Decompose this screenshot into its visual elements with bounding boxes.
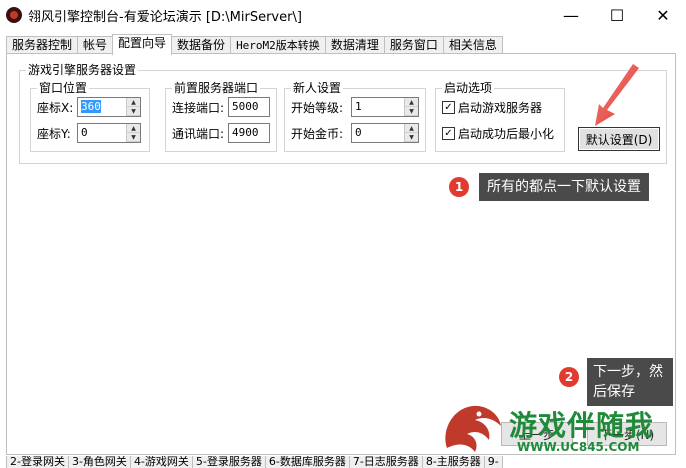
start-level-spin-buttons[interactable]: ▲ ▼ <box>404 98 418 116</box>
red-arrow-icon <box>595 64 639 126</box>
window-position-group: 窗口位置 座标X: 360 ▲ ▼ 座标Y: 0 ▲ ▼ <box>30 81 150 152</box>
callout-next-save: 下一步，然 后保存 <box>587 358 673 406</box>
spin-up-icon[interactable]: ▲ <box>405 98 418 107</box>
start-gold-spinner[interactable]: 0 ▲ ▼ <box>351 123 419 143</box>
start-gold-row: 开始金币: 0 ▲ ▼ <box>291 123 419 143</box>
tab-main-server[interactable]: 8-主服务器 <box>421 456 485 468</box>
start-level-spinner[interactable]: 1 ▲ ▼ <box>351 97 419 117</box>
front-ports-title: 前置服务器端口 <box>172 81 261 95</box>
coord-y-row: 座标Y: 0 ▲ ▼ <box>37 123 141 143</box>
coord-x-value: 360 <box>81 100 101 113</box>
window-position-title: 窗口位置 <box>37 81 90 95</box>
coord-y-value: 0 <box>81 126 88 139</box>
start-game-server-option[interactable]: ✓ 启动游戏服务器 <box>442 99 542 116</box>
step-badge-2: 2 <box>559 367 579 387</box>
connect-port-row: 连接端口: 5000 <box>172 97 270 117</box>
tab-role-gate[interactable]: 3-角色网关 <box>67 456 131 468</box>
start-gold-value: 0 <box>355 126 362 139</box>
startup-options-title: 启动选项 <box>442 81 495 95</box>
tab-login-server[interactable]: 5-登录服务器 <box>191 456 266 468</box>
minimize-button[interactable]: — <box>548 0 594 30</box>
connect-port-input[interactable]: 5000 <box>228 97 270 117</box>
spin-up-icon[interactable]: ▲ <box>127 98 140 107</box>
coord-x-spin-buttons[interactable]: ▲ ▼ <box>126 98 140 116</box>
step-badge-1: 1 <box>449 177 469 197</box>
tab-game-gate[interactable]: 4-游戏网关 <box>129 456 193 468</box>
tab-db-server[interactable]: 6-数据库服务器 <box>264 456 350 468</box>
service-tabs: 2-登录网关 3-角色网关 4-游戏网关 5-登录服务器 6-数据库服务器 7-… <box>6 456 686 468</box>
coord-y-spinner[interactable]: 0 ▲ ▼ <box>77 123 141 143</box>
start-level-label: 开始等级: <box>291 100 344 115</box>
minimize-after-start-label: 启动成功后最小化 <box>458 127 555 141</box>
spin-down-icon[interactable]: ▼ <box>127 133 140 142</box>
start-level-row: 开始等级: 1 ▲ ▼ <box>291 97 419 117</box>
newbie-settings-group: 新人设置 开始等级: 1 ▲ ▼ 开始金币: 0 ▲ ▼ <box>284 81 426 152</box>
comm-port-input[interactable]: 4900 <box>228 123 270 143</box>
comm-port-row: 通讯端口: 4900 <box>172 123 270 143</box>
callout-next-line2: 后保存 <box>593 384 635 400</box>
title-bar: 翎风引擎控制台-有爱论坛演示 [D:\MirServer\] — ☐ ✕ <box>0 0 686 30</box>
tab-config-wizard[interactable]: 配置向导 <box>112 34 173 55</box>
dragon-logo-icon <box>445 405 501 452</box>
window-controls: — ☐ ✕ <box>548 0 686 30</box>
close-button[interactable]: ✕ <box>640 0 686 30</box>
minimize-after-start-option[interactable]: ✓ 启动成功后最小化 <box>442 125 554 142</box>
checkbox-checked-icon[interactable]: ✓ <box>442 127 455 140</box>
spin-up-icon[interactable]: ▲ <box>405 124 418 133</box>
checkbox-checked-icon[interactable]: ✓ <box>442 101 455 114</box>
tab-log-server[interactable]: 7-日志服务器 <box>348 456 423 468</box>
start-gold-label: 开始金币: <box>291 126 344 141</box>
coord-y-label: 座标Y: <box>37 126 71 141</box>
tab-more[interactable]: 9- <box>483 456 503 468</box>
maximize-button[interactable]: ☐ <box>594 0 640 30</box>
tab-herom2-label: HeroM2版本转换 <box>236 39 320 52</box>
spin-down-icon[interactable]: ▼ <box>405 133 418 142</box>
engine-settings-group: 游戏引擎服务器设置 窗口位置 座标X: 360 ▲ ▼ 座标Y: 0 ▲ ▼ 前置服… <box>19 63 667 164</box>
coord-y-spin-buttons[interactable]: ▲ ▼ <box>126 124 140 142</box>
default-settings-button[interactable]: 默认设置(D) <box>578 127 660 151</box>
connect-port-label: 连接端口: <box>172 100 225 115</box>
newbie-settings-title: 新人设置 <box>291 81 344 95</box>
startup-options-group: 启动选项 ✓ 启动游戏服务器 ✓ 启动成功后最小化 <box>435 81 565 152</box>
main-tabs: 服务器控制 帐号 配置向导 数据备份 HeroM2版本转换 数据清理 服务窗口 … <box>6 34 503 55</box>
spin-down-icon[interactable]: ▼ <box>127 107 140 116</box>
coord-x-spinner[interactable]: 360 ▲ ▼ <box>77 97 141 117</box>
watermark-title: 游戏伴随我 <box>509 409 655 442</box>
callout-default-settings: 所有的都点一下默认设置 <box>479 173 649 201</box>
config-wizard-panel: 游戏引擎服务器设置 窗口位置 座标X: 360 ▲ ▼ 座标Y: 0 ▲ ▼ 前置服… <box>6 53 676 455</box>
app-logo-icon <box>6 7 22 23</box>
watermark-url: WWW.UC845.COM <box>517 440 640 454</box>
engine-settings-title: 游戏引擎服务器设置 <box>26 63 139 77</box>
callout-next-line1: 下一步，然 <box>593 364 663 380</box>
spin-down-icon[interactable]: ▼ <box>405 107 418 116</box>
coord-x-label: 座标X: <box>37 100 74 115</box>
window-title: 翎风引擎控制台-有爱论坛演示 [D:\MirServer\] <box>28 9 302 25</box>
start-game-server-label: 启动游戏服务器 <box>458 101 543 115</box>
start-level-value: 1 <box>355 100 362 113</box>
start-gold-spin-buttons[interactable]: ▲ ▼ <box>404 124 418 142</box>
front-ports-group: 前置服务器端口 连接端口: 5000 通讯端口: 4900 <box>165 81 277 152</box>
coord-x-row: 座标X: 360 ▲ ▼ <box>37 97 141 117</box>
spin-up-icon[interactable]: ▲ <box>127 124 140 133</box>
tab-login-gate[interactable]: 2-登录网关 <box>6 456 69 468</box>
comm-port-label: 通讯端口: <box>172 126 225 141</box>
